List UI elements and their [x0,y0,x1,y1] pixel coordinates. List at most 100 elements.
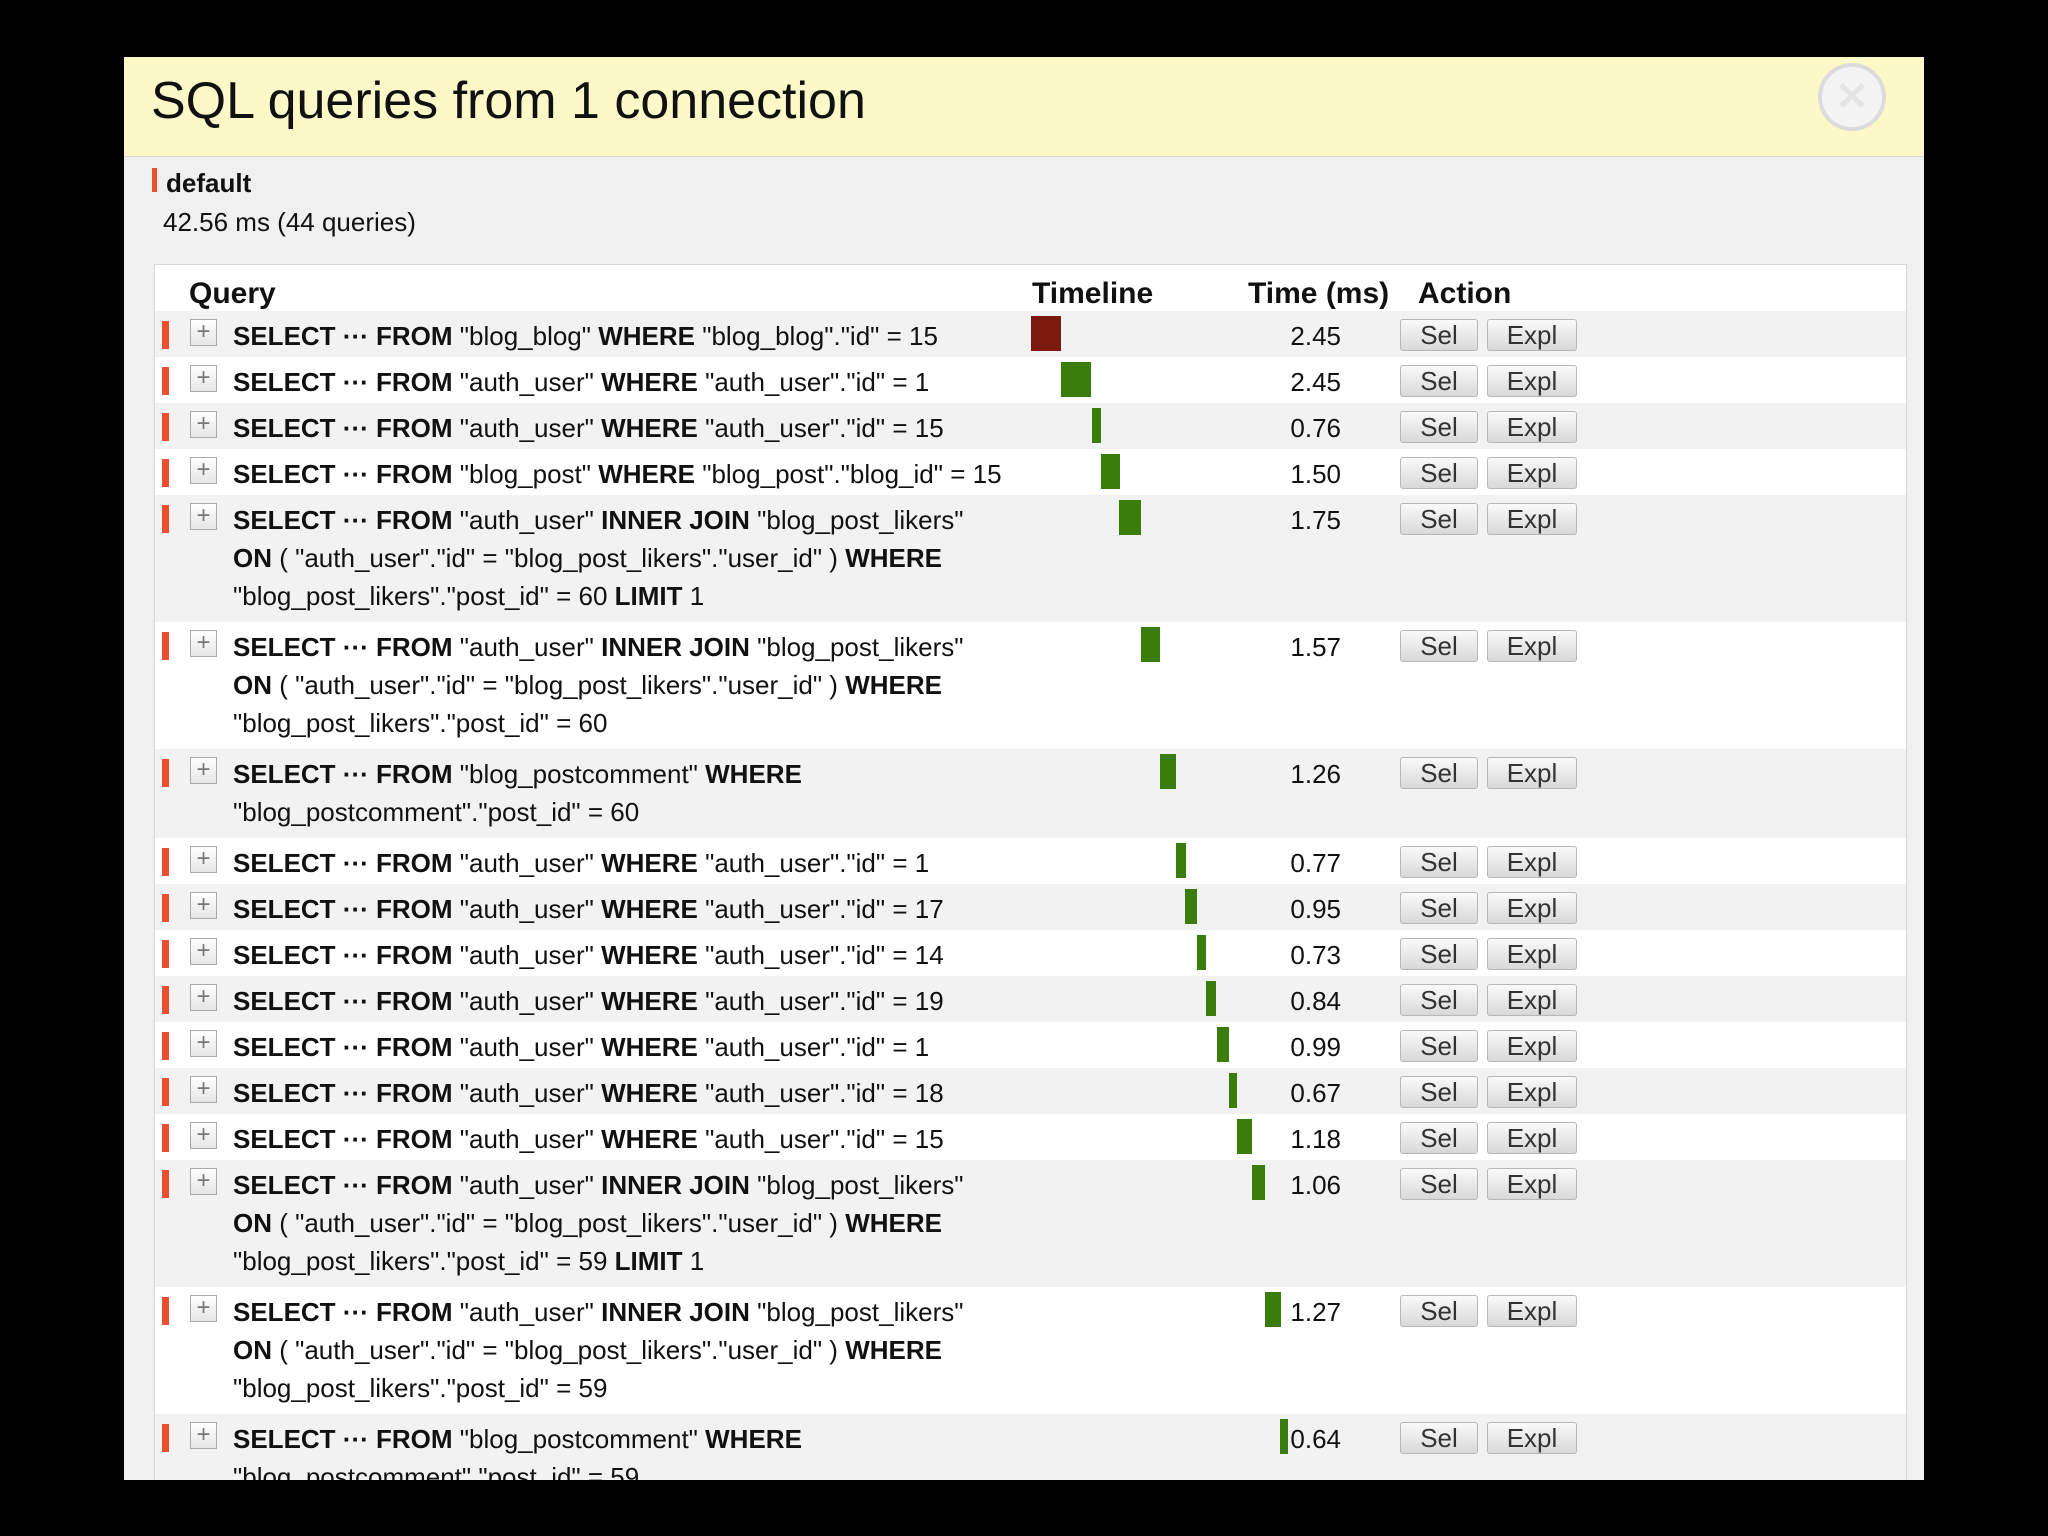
connection-marker [162,759,169,787]
connection-marker [162,848,169,876]
connection-marker [162,1124,169,1152]
sql-text: "auth_user"."id" = 19 [705,986,944,1016]
explain-button[interactable]: Expl [1487,892,1577,924]
explain-button[interactable]: Expl [1487,984,1577,1016]
explain-button[interactable]: Expl [1487,411,1577,443]
query-sql[interactable]: SELECT ··· FROM "auth_user" INNER JOIN "… [233,501,1333,615]
expand-toggle-icon[interactable]: + [190,1076,217,1103]
expand-toggle-icon[interactable]: + [190,892,217,919]
select-button[interactable]: Sel [1400,892,1478,924]
select-button[interactable]: Sel [1400,365,1478,397]
query-sql[interactable]: SELECT ··· FROM "auth_user" INNER JOIN "… [233,628,1333,742]
query-row: + SELECT ··· FROM "auth_user" INNER JOIN … [155,622,1906,749]
sql-text: "auth_user"."id" = 14 [705,940,944,970]
explain-button[interactable]: Expl [1487,1422,1577,1454]
query-sql[interactable]: SELECT ··· FROM "auth_user" WHERE "auth_… [233,1074,1333,1112]
expand-toggle-icon[interactable]: + [190,1030,217,1057]
sql-text: "blog_post"."blog_id" = 15 [702,459,1002,489]
sql-line: SELECT ··· FROM "auth_user" INNER JOIN "… [233,501,1333,539]
explain-button[interactable]: Expl [1487,319,1577,351]
timeline-bar [1197,935,1206,970]
sql-text: "blog_post_likers"."post_id" = 59 [233,1373,608,1403]
expand-toggle-icon[interactable]: + [190,1168,217,1195]
expand-toggle-icon[interactable]: + [190,411,217,438]
expand-toggle-icon[interactable]: + [190,457,217,484]
query-sql[interactable]: SELECT ··· FROM "blog_postcomment" WHERE… [233,1420,1333,1480]
select-button[interactable]: Sel [1400,1030,1478,1062]
select-button[interactable]: Sel [1400,457,1478,489]
sql-text: ( "auth_user"."id" = "blog_post_likers".… [279,543,846,573]
select-button[interactable]: Sel [1400,503,1478,535]
query-row: + SELECT ··· FROM "auth_user" WHERE "auth… [155,1022,1906,1068]
explain-button[interactable]: Expl [1487,1168,1577,1200]
sql-keyword: WHERE [845,543,942,573]
explain-button[interactable]: Expl [1487,1122,1577,1154]
explain-button[interactable]: Expl [1487,757,1577,789]
select-button[interactable]: Sel [1400,757,1478,789]
query-sql[interactable]: SELECT ··· FROM "auth_user" WHERE "auth_… [233,982,1333,1020]
query-sql[interactable]: SELECT ··· FROM "blog_post" WHERE "blog_… [233,455,1333,493]
sql-keyword: LIMIT [614,1246,690,1276]
query-sql[interactable]: SELECT ··· FROM "auth_user" INNER JOIN "… [233,1293,1333,1407]
sql-text: "auth_user" [459,1297,602,1327]
expand-toggle-icon[interactable]: + [190,365,217,392]
query-sql[interactable]: SELECT ··· FROM "auth_user" WHERE "auth_… [233,844,1333,882]
sql-text: "blog_post_likers" [757,505,964,535]
explain-button[interactable]: Expl [1487,938,1577,970]
explain-button[interactable]: Expl [1487,365,1577,397]
connection-marker [162,505,169,533]
expand-toggle-icon[interactable]: + [190,938,217,965]
sql-text: "auth_user" [459,848,602,878]
explain-button[interactable]: Expl [1487,1295,1577,1327]
explain-button[interactable]: Expl [1487,457,1577,489]
expand-toggle-icon[interactable]: + [190,1422,217,1449]
select-button[interactable]: Sel [1400,319,1478,351]
query-sql[interactable]: SELECT ··· FROM "auth_user" WHERE "auth_… [233,936,1333,974]
select-button[interactable]: Sel [1400,846,1478,878]
expand-toggle-icon[interactable]: + [190,846,217,873]
explain-button[interactable]: Expl [1487,630,1577,662]
query-sql[interactable]: SELECT ··· FROM "auth_user" WHERE "auth_… [233,890,1333,928]
select-button[interactable]: Sel [1400,1122,1478,1154]
sql-keyword: SELECT ··· FROM [233,1124,460,1154]
expand-toggle-icon[interactable]: + [190,1295,217,1322]
sql-panel: SQL queries from 1 connection ✕ default … [124,57,1924,1480]
expand-toggle-icon[interactable]: + [190,503,217,530]
sql-keyword: WHERE [845,1208,942,1238]
expand-toggle-icon[interactable]: + [190,319,217,346]
select-button[interactable]: Sel [1400,1168,1478,1200]
query-sql[interactable]: SELECT ··· FROM "auth_user" WHERE "auth_… [233,363,1333,401]
sql-line: SELECT ··· FROM "auth_user" INNER JOIN "… [233,1293,1333,1331]
query-sql[interactable]: SELECT ··· FROM "blog_blog" WHERE "blog_… [233,317,1333,355]
expand-toggle-icon[interactable]: + [190,984,217,1011]
explain-button[interactable]: Expl [1487,1076,1577,1108]
query-row: + SELECT ··· FROM "blog_postcomment" WHER… [155,1414,1906,1480]
select-button[interactable]: Sel [1400,1422,1478,1454]
query-sql[interactable]: SELECT ··· FROM "auth_user" WHERE "auth_… [233,409,1333,447]
select-button[interactable]: Sel [1400,1076,1478,1108]
expand-toggle-icon[interactable]: + [190,630,217,657]
sql-text: ( "auth_user"."id" = "blog_post_likers".… [279,1335,846,1365]
sql-keyword: WHERE [705,759,802,789]
select-button[interactable]: Sel [1400,938,1478,970]
select-button[interactable]: Sel [1400,984,1478,1016]
expand-toggle-icon[interactable]: + [190,1122,217,1149]
explain-button[interactable]: Expl [1487,503,1577,535]
sql-line: SELECT ··· FROM "auth_user" WHERE "auth_… [233,982,1333,1020]
sql-line: SELECT ··· FROM "blog_postcomment" WHERE [233,1420,1333,1458]
sql-keyword: WHERE [705,1424,802,1454]
sql-text: "blog_blog"."id" = 15 [702,321,938,351]
select-button[interactable]: Sel [1400,630,1478,662]
sql-keyword: SELECT ··· FROM [233,940,460,970]
explain-button[interactable]: Expl [1487,1030,1577,1062]
select-button[interactable]: Sel [1400,411,1478,443]
sql-text: "blog_post" [459,459,599,489]
query-sql[interactable]: SELECT ··· FROM "auth_user" INNER JOIN "… [233,1166,1333,1280]
select-button[interactable]: Sel [1400,1295,1478,1327]
query-sql[interactable]: SELECT ··· FROM "auth_user" WHERE "auth_… [233,1028,1333,1066]
expand-toggle-icon[interactable]: + [190,757,217,784]
query-time: 0.67 [1290,1078,1341,1108]
query-sql[interactable]: SELECT ··· FROM "auth_user" WHERE "auth_… [233,1120,1333,1158]
explain-button[interactable]: Expl [1487,846,1577,878]
close-icon[interactable]: ✕ [1818,63,1886,131]
